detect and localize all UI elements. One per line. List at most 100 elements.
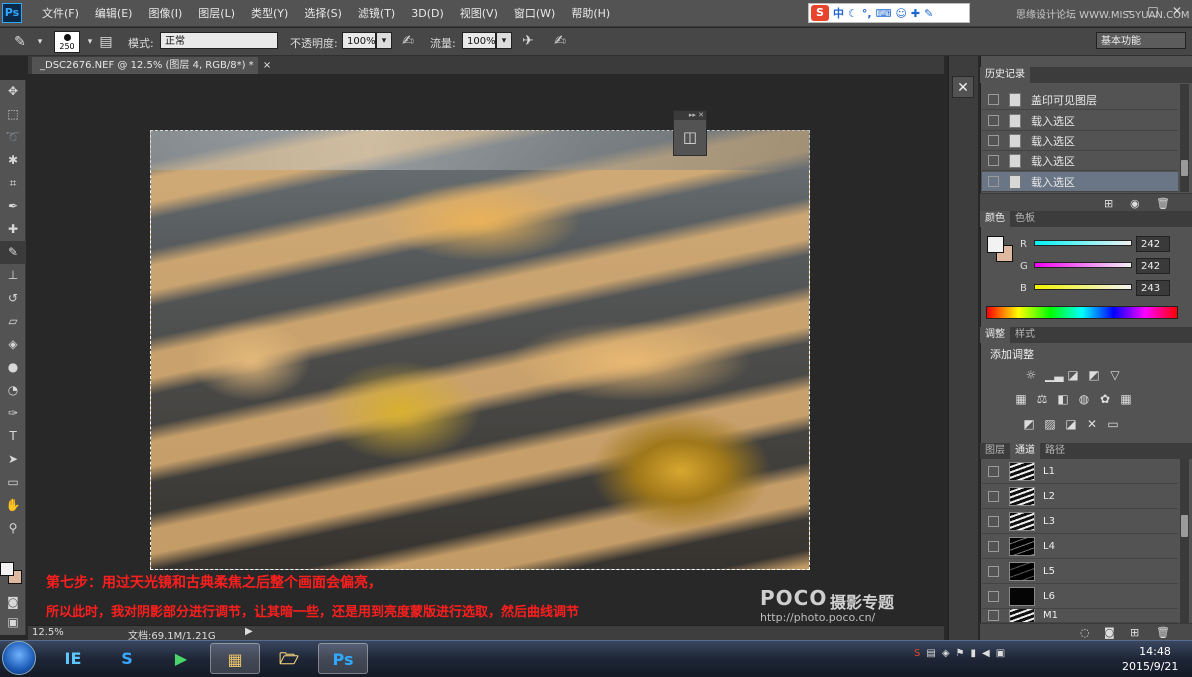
punctuation-icon[interactable]: °, [862,7,872,20]
history-delete-icon[interactable]: 🗑 [1156,197,1170,210]
history-scroll-thumb[interactable] [1181,160,1188,176]
paint-bucket-tool-icon[interactable]: ◈ [0,333,26,356]
photoshop-taskbar-icon[interactable]: Ps [318,643,368,674]
flow-input[interactable]: 100% [462,32,496,49]
menu-file[interactable]: 文件(F) [34,0,87,27]
flag-tray-icon[interactable]: ⚑ [956,648,965,659]
photo-filter-icon[interactable]: ◍ [1077,393,1091,406]
history-row[interactable]: 载入选区 [982,151,1178,171]
menu-type[interactable]: 类型(Y) [243,0,296,27]
zoom-tool-icon[interactable]: ⚲ [0,517,26,540]
wrench-icon[interactable]: ✎ [924,7,933,20]
tab-styles[interactable]: 样式 [1010,327,1040,343]
r-value[interactable]: 242 [1136,236,1170,252]
history-row[interactable]: 载入选区 [982,111,1178,131]
history-checkbox[interactable] [988,94,999,105]
crop-tool-icon[interactable]: ⌗ [0,172,26,195]
document-tab[interactable]: _DSC2676.NEF @ 12.5% (图层 4, RGB/8*) * × [32,57,271,74]
brightness-icon[interactable]: ☼ [1024,369,1038,382]
b-value[interactable]: 243 [1136,280,1170,296]
channel-visibility-checkbox[interactable] [988,565,999,577]
tab-swatches[interactable]: 色板 [1010,211,1040,227]
selective-color-icon[interactable]: ✕ [1085,418,1099,431]
menu-image[interactable]: 图像(I) [140,0,190,27]
channels-scrollbar[interactable] [1180,459,1189,623]
pressure-opacity-icon[interactable]: ✍ [398,31,418,51]
channel-visibility-checkbox[interactable] [988,540,999,552]
document-tab-close[interactable]: × [263,60,271,71]
new-channel-icon[interactable]: ⊞ [1130,626,1139,639]
brush-tool-icon[interactable]: ✎ [10,32,30,52]
sogou-icon[interactable]: S [811,5,829,21]
properties-icon[interactable]: ◫ [674,120,706,154]
channel-row[interactable]: L2 [982,484,1178,509]
tab-history[interactable]: 历史记录 [980,67,1030,83]
exposure-icon[interactable]: ◩ [1087,369,1101,382]
b-slider[interactable] [1034,284,1132,290]
hue-saturation-icon[interactable]: ▦ [1014,393,1028,406]
menu-select[interactable]: 选择(S) [296,0,350,27]
quick-select-tool-icon[interactable]: ✱ [0,149,26,172]
history-checkbox[interactable] [988,155,999,166]
eraser-tool-icon[interactable]: ▱ [0,310,26,333]
blur-tool-icon[interactable]: ● [0,356,26,379]
user-icon[interactable]: ☺ [895,7,906,20]
tray-action-icon[interactable]: ▣ [996,648,1005,659]
channel-row[interactable]: L4 [982,534,1178,559]
eyedropper-tool-icon[interactable]: ✒ [0,195,26,218]
channel-mixer-icon[interactable]: ✿ [1098,393,1112,406]
history-row[interactable]: 盖印可见图层 [982,90,1178,110]
save-selection-icon[interactable]: ◙ [1104,626,1115,639]
menu-layer[interactable]: 图层(L) [190,0,243,27]
clock-date[interactable]: 2015/9/21 [1122,660,1178,673]
start-button[interactable] [2,641,36,675]
history-scrollbar[interactable] [1180,84,1189,192]
zoom-level[interactable]: 12.5% [32,627,64,638]
collapsed-panel-close-icon[interactable]: ✕ [952,76,974,98]
minimize-button[interactable]: – [1120,4,1138,19]
color-lookup-icon[interactable]: ▦ [1119,393,1133,406]
explorer-taskbar-icon[interactable]: 🗁 [264,643,314,674]
volume-tray-icon[interactable]: ◀ [982,648,990,659]
ime-toolbar[interactable]: S 中 ☾ °, ⌨ ☺ ✚ ✎ [808,3,970,23]
close-window-button[interactable]: ✕ [1168,4,1186,19]
tool-preset-dropdown-icon[interactable]: ▾ [30,32,50,52]
menu-filter[interactable]: 滤镜(T) [350,0,403,27]
floating-mini-panel[interactable]: ▸▸ ✕ ◫ [673,110,707,156]
invert-icon[interactable]: ◩ [1022,418,1036,431]
brush-tool-icon[interactable]: ✎ [0,241,26,264]
g-slider[interactable] [1034,262,1132,268]
dodge-tool-icon[interactable]: ◔ [0,379,26,402]
hand-tool-icon[interactable]: ✋ [0,494,26,517]
history-brush-tool-icon[interactable]: ↺ [0,287,26,310]
gradient-map-icon[interactable]: ▭ [1106,418,1120,431]
media-player-taskbar-icon[interactable]: ▶ [156,643,206,674]
menu-view[interactable]: 视图(V) [452,0,506,27]
airbrush-icon[interactable]: ✈ [518,31,538,51]
black-white-icon[interactable]: ◧ [1056,393,1070,406]
clone-stamp-tool-icon[interactable]: ⊥ [0,264,26,287]
tab-layers[interactable]: 图层 [980,443,1010,459]
shield-tray-icon[interactable]: ◈ [942,648,950,659]
r-slider[interactable] [1034,240,1132,246]
channel-visibility-checkbox[interactable] [988,610,999,621]
status-menu-arrow-icon[interactable]: ▶ [245,626,253,637]
channel-visibility-checkbox[interactable] [988,465,999,477]
path-select-tool-icon[interactable]: ➤ [0,448,26,471]
battery-tray-icon[interactable]: ▮ [970,648,976,659]
brush-preview[interactable]: 250 [54,31,80,53]
maximize-button[interactable]: □ [1144,4,1162,19]
history-checkbox[interactable] [988,176,999,187]
delete-channel-icon[interactable]: 🗑 [1156,626,1170,639]
shirt-icon[interactable]: ✚ [911,7,920,20]
sogou-tray-icon[interactable]: S [914,648,920,659]
vibrance-icon[interactable]: ▽ [1108,369,1122,382]
type-tool-icon[interactable]: T [0,425,26,448]
color-balance-icon[interactable]: ⚖ [1035,393,1049,406]
brush-panel-toggle-icon[interactable]: ▤ [96,32,116,52]
channel-visibility-checkbox[interactable] [988,490,999,502]
channel-row[interactable]: M1 [982,609,1178,623]
workspace-select[interactable]: 基本功能 [1096,32,1186,49]
screen-mode-icon[interactable]: ▣ [0,614,26,630]
load-channel-selection-icon[interactable]: ◌ [1080,626,1090,639]
